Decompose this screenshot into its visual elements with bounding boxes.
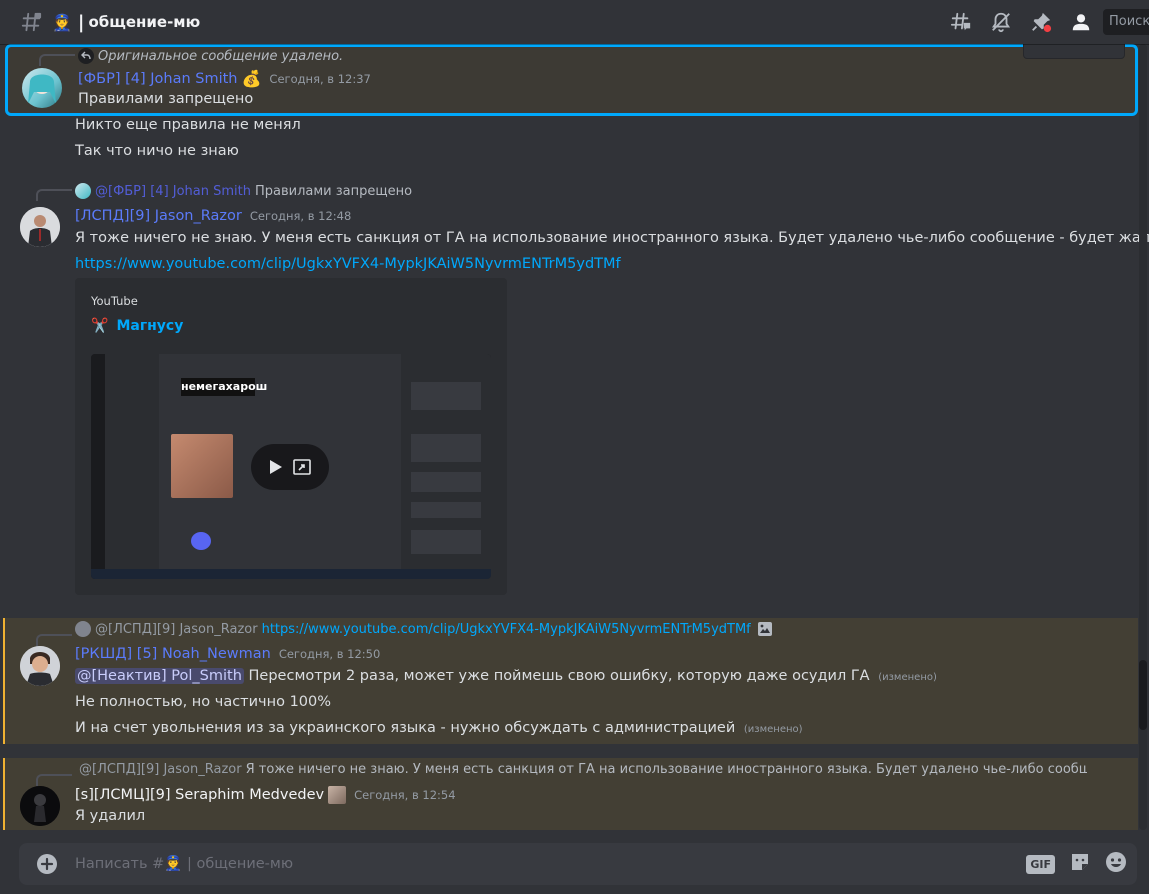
reply-spine <box>36 189 72 201</box>
reply-author[interactable]: @[ЛСПД][9] Jason_Razor <box>95 622 258 637</box>
channel-header: 👮 | общение-мю Поиск <box>0 0 1149 44</box>
message-hover-toolbar[interactable] <box>1023 44 1125 59</box>
message-text: Правилами запрещено <box>78 91 254 107</box>
header-toolbar: Поиск <box>941 0 1149 44</box>
mute-notifications-icon[interactable] <box>981 7 1021 37</box>
search-input[interactable]: Поиск <box>1103 9 1149 35</box>
author-name[interactable]: [s][ЛСМЦ][9] Seraphim Medvedev <box>75 787 324 803</box>
reply-spine <box>39 54 75 66</box>
avatar[interactable] <box>20 207 60 247</box>
timestamp: Сегодня, в 12:54 <box>354 788 456 802</box>
reply-avatar <box>75 183 91 199</box>
channel-separator: | <box>77 11 85 33</box>
avatar[interactable] <box>20 786 60 826</box>
pinned-messages-icon[interactable] <box>1021 7 1061 37</box>
open-external-icon <box>293 459 311 475</box>
message-text: И на счет увольнения из за украинского я… <box>75 720 803 736</box>
reply-preview[interactable]: @[ЛСПД][9] Jason_Razor https://www.youtu… <box>75 621 773 637</box>
message-composer[interactable]: Написать #👮 | общение-мю GIF <box>19 843 1137 885</box>
threads-icon[interactable] <box>941 7 981 37</box>
reply-arrow-icon <box>78 48 94 64</box>
gif-button[interactable]: GIF <box>1026 854 1055 874</box>
play-icon <box>270 460 282 474</box>
reply-avatar <box>75 621 91 637</box>
composer-tools: GIF <box>1026 851 1127 877</box>
message-list[interactable]: Оригинальное сообщение удалено. [ФБР] [4… <box>0 44 1149 830</box>
timestamp: Сегодня, в 12:48 <box>249 209 352 223</box>
reply-spine <box>36 634 72 646</box>
edited-label: (изменено) <box>743 724 803 735</box>
channel-emoji: 👮 <box>52 12 72 32</box>
reply-preview[interactable]: Оригинальное сообщение удалено. <box>78 48 343 64</box>
message-header: [s][ЛСМЦ][9] Seraphim Medvedev Сегодня, … <box>75 786 456 804</box>
timestamp: Сегодня, в 12:50 <box>278 647 381 661</box>
message-header: [РКШД] [5] Noah_Newman Сегодня, в 12:50 <box>75 646 380 662</box>
scrollbar-thumb[interactable] <box>1139 660 1147 730</box>
role-badge-icon <box>328 786 347 804</box>
message-text: Я тоже ничего не знаю. У меня есть санкц… <box>75 230 1149 246</box>
thumbnail-caption: немегахарош <box>181 378 267 396</box>
reply-author[interactable]: @[ФБР] [4] Johan Smith <box>95 184 251 199</box>
add-attachment-icon[interactable] <box>37 854 57 878</box>
message-text: Не полностью, но частично 100% <box>75 694 332 710</box>
message-text-body: Пересмотри 2 раза, может уже поймешь сво… <box>248 668 870 684</box>
reply-preview[interactable]: @[ЛСПД][9] Jason_Razor Я тоже ничего не … <box>75 761 1087 777</box>
reply-text: Я тоже ничего не знаю. У меня есть санкц… <box>245 761 1087 777</box>
text-channel-hash-icon <box>20 11 42 33</box>
timestamp: Сегодня, в 12:37 <box>269 71 371 86</box>
money-bag-badge-icon: 💰 <box>241 69 262 88</box>
message-text: Я удалил <box>75 808 146 824</box>
embed-title[interactable]: ✂️ Магнусу <box>91 318 183 334</box>
message-text: Так что ничо не знаю <box>75 143 239 159</box>
video-thumbnail[interactable]: немегахарош <box>91 354 491 579</box>
message-text: @[Неактив] Pol_Smith Пересмотри 2 раза, … <box>75 668 937 684</box>
reply-author[interactable]: @[ЛСПД][9] Jason_Razor <box>79 762 242 777</box>
sticker-icon[interactable] <box>1069 851 1091 877</box>
channel-title: общение-мю <box>88 13 201 31</box>
message-header: [ЛСПД][9] Jason_Razor Сегодня, в 12:48 <box>75 208 351 224</box>
member-list-icon[interactable] <box>1061 7 1101 37</box>
edited-label: (изменено) <box>878 672 937 683</box>
message-input[interactable]: Написать #👮 | общение-мю <box>75 855 293 872</box>
embed-provider[interactable]: YouTube <box>91 294 138 308</box>
message-link[interactable]: https://www.youtube.com/clip/UgkxYVFX4-M… <box>75 256 621 272</box>
avatar[interactable] <box>22 68 62 108</box>
author-name[interactable]: [ФБР] [4] Johan Smith <box>78 71 238 87</box>
reply-spine <box>36 774 72 786</box>
video-play-button[interactable] <box>251 444 329 490</box>
link-embed: YouTube ✂️ Магнусу немегахарош <box>75 278 507 595</box>
embed-title-text[interactable]: Магнусу <box>116 318 183 334</box>
message-text: Никто еще правила не менял <box>75 117 301 133</box>
reply-text: Правилами запрещено <box>255 183 413 199</box>
image-attachment-icon <box>757 622 772 636</box>
message-text-body: И на счет увольнения из за украинского я… <box>75 720 736 736</box>
scissors-icon: ✂️ <box>91 318 109 334</box>
author-name[interactable]: [РКШД] [5] Noah_Newman <box>75 646 271 662</box>
emoji-icon[interactable] <box>1105 851 1127 877</box>
avatar[interactable] <box>20 646 60 686</box>
message-header: [ФБР] [4] Johan Smith 💰 Сегодня, в 12:37 <box>78 69 371 88</box>
reply-text[interactable]: https://www.youtube.com/clip/UgkxYVFX4-M… <box>262 622 751 637</box>
user-mention[interactable]: @[Неактив] Pol_Smith <box>75 668 244 684</box>
message-highlighted[interactable]: Оригинальное сообщение удалено. [ФБР] [4… <box>5 44 1138 116</box>
reply-deleted-text: Оригинальное сообщение удалено. <box>98 48 344 64</box>
reply-preview[interactable]: @[ФБР] [4] Johan Smith Правилами запреще… <box>75 183 412 199</box>
author-name[interactable]: [ЛСПД][9] Jason_Razor <box>75 208 242 224</box>
